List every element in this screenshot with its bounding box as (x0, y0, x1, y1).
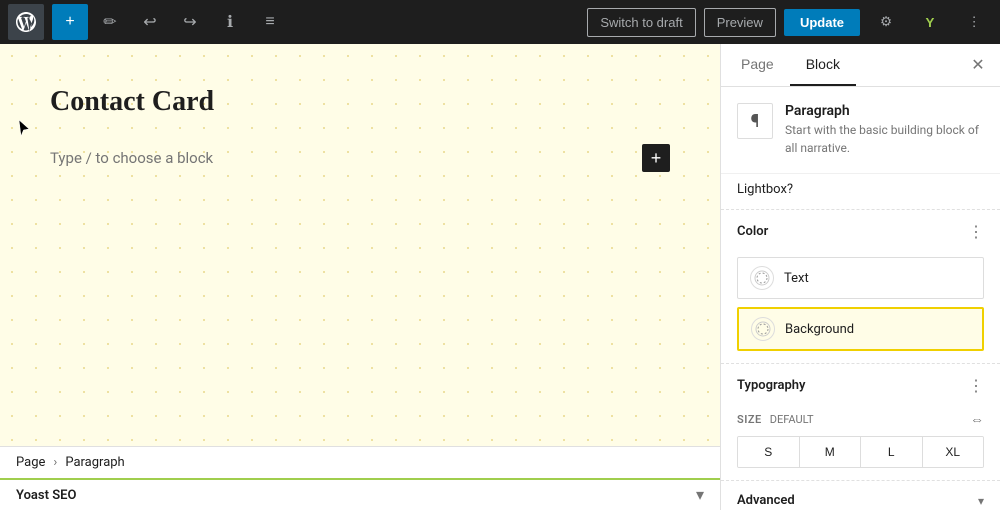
yoast-toggle-button[interactable]: ▾ (696, 485, 704, 505)
color-text-option[interactable]: Text (737, 257, 984, 299)
block-name: Paragraph (785, 103, 984, 119)
background-color-swatch-icon (755, 321, 771, 337)
add-block-toolbar-button[interactable]: + (52, 4, 88, 40)
typography-section: Typography ⋮ SIZE DEFAULT ⇔ S M L XL (721, 364, 1000, 481)
info-button[interactable]: ℹ (212, 4, 248, 40)
color-section-title: Color (737, 224, 768, 239)
lightbox-label: Lightbox? (737, 182, 793, 197)
sidebar-header: Page Block ✕ (721, 44, 1000, 87)
toolbar: + ✏ ↩ ↪ ℹ ≡ Switch to draft Preview Upda… (0, 0, 1000, 44)
block-info-text: Paragraph Start with the basic building … (785, 103, 984, 157)
yoast-bar: Yoast SEO ▾ (0, 478, 720, 510)
switch-to-draft-button[interactable]: Switch to draft (587, 8, 695, 37)
preview-button[interactable]: Preview (704, 8, 776, 37)
size-label: SIZE (737, 413, 762, 426)
block-description: Start with the basic building block of a… (785, 121, 984, 157)
advanced-section-title: Advanced (737, 493, 795, 508)
color-options-icon[interactable]: ⋮ (968, 222, 984, 241)
editor-area[interactable]: Contact Card Type / to choose a block + (0, 44, 720, 510)
typography-section-title: Typography (737, 378, 806, 393)
block-info-section: ¶ Paragraph Start with the basic buildin… (721, 87, 1000, 174)
breadcrumb-page[interactable]: Page (16, 455, 45, 470)
size-default-label: DEFAULT (770, 413, 814, 426)
typography-content: SIZE DEFAULT ⇔ S M L XL (721, 407, 1000, 480)
redo-button[interactable]: ↪ (172, 4, 208, 40)
size-xl-button[interactable]: XL (923, 437, 984, 467)
color-options: Text Background (721, 253, 1000, 363)
add-block-inline-button[interactable]: + (642, 144, 670, 172)
typography-section-header[interactable]: Typography ⋮ (721, 364, 1000, 407)
post-title[interactable]: Contact Card (50, 84, 670, 120)
breadcrumb-separator: › (53, 455, 57, 470)
sidebar-close-button[interactable]: ✕ (960, 47, 996, 83)
advanced-chevron-icon: ▾ (978, 494, 984, 508)
editor-content: Contact Card Type / to choose a block + (50, 84, 670, 172)
lightbox-row: Lightbox? (721, 174, 1000, 209)
text-color-label: Text (784, 271, 809, 286)
tab-page[interactable]: Page (725, 44, 790, 86)
color-background-option[interactable]: Background (737, 307, 984, 351)
advanced-section-header[interactable]: Advanced ▾ (721, 481, 1000, 510)
size-slider-icon[interactable]: ⇔ (970, 411, 984, 428)
color-section: Color ⋮ Text (721, 210, 1000, 364)
wp-logo[interactable] (8, 4, 44, 40)
size-row: SIZE DEFAULT ⇔ (737, 411, 984, 428)
yoast-button[interactable]: Y (912, 4, 948, 40)
block-placeholder-area[interactable]: Type / to choose a block + (50, 144, 670, 172)
breadcrumb-bar: Page › Paragraph (0, 446, 720, 478)
background-color-swatch (751, 317, 775, 341)
list-button[interactable]: ≡ (252, 4, 288, 40)
sidebar-tabs: Page Block (725, 44, 856, 86)
block-icon: ¶ (737, 103, 773, 139)
tab-block[interactable]: Block (790, 44, 856, 86)
update-button[interactable]: Update (784, 9, 860, 36)
sidebar: Page Block ✕ ¶ Paragraph Start with the … (720, 44, 1000, 510)
text-color-swatch-icon (754, 270, 770, 286)
text-color-swatch (750, 266, 774, 290)
color-section-header[interactable]: Color ⋮ (721, 210, 1000, 253)
advanced-section: Advanced ▾ (721, 481, 1000, 510)
typography-options-icon[interactable]: ⋮ (968, 376, 984, 395)
breadcrumb-paragraph[interactable]: Paragraph (65, 455, 124, 470)
yoast-label: Yoast SEO (16, 488, 76, 503)
toolbar-right: Switch to draft Preview Update ⚙ Y ⋮ (587, 4, 992, 40)
main-layout: Contact Card Type / to choose a block + … (0, 44, 1000, 510)
pencil-button[interactable]: ✏ (92, 4, 128, 40)
breadcrumb: Page › Paragraph (16, 455, 125, 470)
undo-button[interactable]: ↩ (132, 4, 168, 40)
settings-button[interactable]: ⚙ (868, 4, 904, 40)
placeholder-text: Type / to choose a block (50, 149, 213, 167)
more-button[interactable]: ⋮ (956, 4, 992, 40)
background-color-label: Background (785, 322, 854, 337)
size-s-button[interactable]: S (738, 437, 800, 467)
lightbox-section: Lightbox? (721, 174, 1000, 210)
size-l-button[interactable]: L (861, 437, 923, 467)
cursor (18, 119, 30, 137)
size-buttons: S M L XL (737, 436, 984, 468)
size-m-button[interactable]: M (800, 437, 862, 467)
wp-logo-icon (16, 12, 36, 32)
